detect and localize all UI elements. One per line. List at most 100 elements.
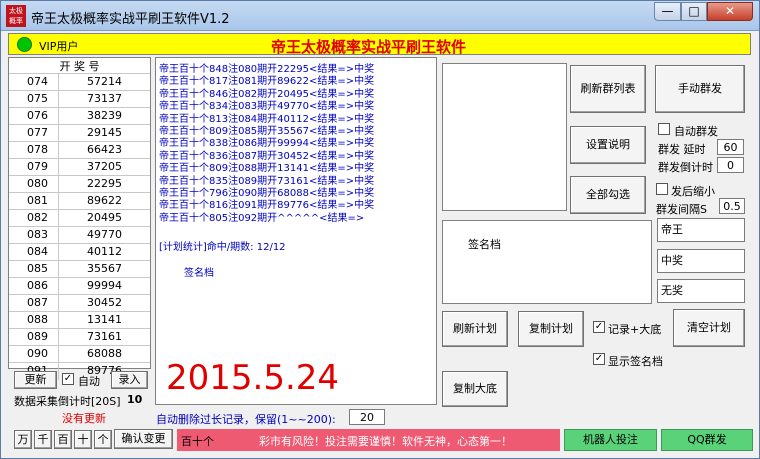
select-all-button[interactable]: 全部勾选: [570, 176, 646, 214]
app-logo-icon: 太极概率: [6, 5, 26, 27]
enter-button[interactable]: 录入: [111, 371, 148, 389]
robot-bet-button[interactable]: 机器人投注: [564, 429, 657, 451]
table-row: 077 29145: [9, 124, 150, 142]
table-row: 084 40112: [9, 243, 150, 261]
digit-wan-button[interactable]: 万: [14, 430, 32, 449]
table-row: 083 49770: [9, 226, 150, 244]
show-sign-checkbox[interactable]: ✓: [593, 353, 605, 365]
record-base-checkbox[interactable]: ✓: [593, 321, 605, 333]
status-strip: 百十个 彩市有风险！投注需要谨慎！软件无神，心态第一！: [177, 429, 560, 451]
digit-ge-button[interactable]: 个: [94, 430, 112, 449]
issue-number: 078: [9, 142, 59, 159]
draw-number: 35567: [87, 262, 122, 275]
no-update-text: 没有更新: [62, 412, 106, 425]
table-row: 076 38239: [9, 107, 150, 125]
auto-send-checkbox[interactable]: [658, 123, 670, 135]
interval-label: 群发间隔S: [656, 203, 707, 216]
issue-number: 081: [9, 193, 59, 210]
auto-delete-input[interactable]: 20: [349, 409, 385, 425]
draw-number: 73137: [87, 92, 122, 105]
send-delay-input[interactable]: 60: [717, 139, 744, 155]
table-row: 082 20495: [9, 209, 150, 227]
issue-number: 074: [9, 74, 59, 91]
minimize-label: 发后缩小: [671, 185, 715, 198]
issue-number: 075: [9, 91, 59, 108]
issue-number: 090: [9, 346, 59, 363]
table-row: 081 89622: [9, 192, 150, 210]
send-countdown-label: 群发倒计时: [658, 161, 713, 174]
table-row: 089 73161: [9, 328, 150, 346]
table-row: 090 68088: [9, 345, 150, 363]
draw-number: 37205: [87, 160, 122, 173]
issue-number: 076: [9, 108, 59, 125]
table-row: 087 30452: [9, 294, 150, 312]
clear-plan-button[interactable]: 清空计划: [673, 309, 745, 347]
draw-number: 38239: [87, 109, 122, 122]
countdown-value: 10: [127, 393, 143, 406]
window-title: 帝王太极概率实战平刷王软件V1.2: [31, 12, 230, 27]
issue-number: 083: [9, 227, 59, 244]
sign-field-2[interactable]: 中奖: [657, 249, 745, 273]
copy-base-button[interactable]: 复制大底: [442, 371, 508, 407]
refresh-plan-button[interactable]: 刷新计划: [442, 311, 508, 347]
current-position-label: 百十个: [181, 435, 214, 448]
minimize-button[interactable]: —: [654, 2, 681, 21]
app-window: 太极概率 帝王太极概率实战平刷王软件V1.2 — □ ✕ VIP用户 帝王太极概…: [0, 0, 760, 459]
table-row: 088 13141: [9, 311, 150, 329]
qq-send-button[interactable]: QQ群发: [661, 429, 753, 451]
sign-text: 签名档: [184, 268, 214, 279]
sign-box[interactable]: 签名档: [442, 220, 652, 304]
countdown-label: 数据采集倒计时[20S]: [14, 395, 121, 408]
issue-number: 082: [9, 210, 59, 227]
draw-number: 89622: [87, 194, 122, 207]
draw-number: 20495: [87, 211, 122, 224]
issue-number: 080: [9, 176, 59, 193]
auto-send-label: 自动群发: [674, 125, 718, 138]
issue-number: 089: [9, 329, 59, 346]
status-dot-icon: [17, 37, 32, 52]
show-sign-label: 显示签名档: [608, 355, 663, 368]
table-row: 075 73137: [9, 90, 150, 108]
issue-number: 087: [9, 295, 59, 312]
draw-number: 13141: [87, 313, 122, 326]
issue-number: 077: [9, 125, 59, 142]
confirm-change-button[interactable]: 确认变更: [114, 429, 173, 449]
draw-results-table: 开 奖 号 074 57214 075 73137 076 38239 077 29145 07…: [8, 57, 151, 380]
table-row: 080 22295: [9, 175, 150, 193]
digit-bai-button[interactable]: 百: [54, 430, 72, 449]
title-bar[interactable]: 太极概率 帝王太极概率实战平刷王软件V1.2 — □ ✕: [1, 1, 759, 31]
auto-checkbox[interactable]: ✓: [62, 373, 74, 385]
table-row: 085 35567: [9, 260, 150, 278]
log-line: 帝王百十个805注092期开^^^^^<结果=>: [159, 212, 365, 224]
draw-number: 49770: [87, 228, 122, 241]
send-countdown-input[interactable]: 0: [717, 157, 744, 173]
sign-field-3[interactable]: 无奖: [657, 279, 745, 303]
issue-number: 086: [9, 278, 59, 295]
setting-help-button[interactable]: 设置说明: [570, 126, 646, 164]
draw-number: 73161: [87, 330, 122, 343]
copy-plan-button[interactable]: 复制计划: [518, 311, 584, 347]
minimize-checkbox[interactable]: [656, 183, 668, 195]
table-header: 开 奖 号: [59, 60, 100, 73]
send-delay-label: 群发 延时: [658, 143, 706, 156]
digit-shi-button[interactable]: 十: [74, 430, 92, 449]
maximize-button[interactable]: □: [681, 2, 707, 21]
digit-qian-button[interactable]: 千: [34, 430, 52, 449]
draw-number: 68088: [87, 347, 122, 360]
sign-field-1[interactable]: 帝王: [657, 218, 745, 242]
plan-log: 帝王百十个848注080期开22295<结果=>中奖 帝王百十个817注081期开…: [155, 57, 437, 405]
table-row: 079 37205: [9, 158, 150, 176]
update-button[interactable]: 更新: [14, 371, 57, 389]
table-row: 074 57214: [9, 73, 150, 91]
close-button[interactable]: ✕: [707, 2, 753, 21]
draw-number: 66423: [87, 143, 122, 156]
banner-title: 帝王太极概率实战平刷王软件: [271, 38, 467, 56]
date-stamp: 2015.5.24: [166, 358, 340, 398]
draw-number: 57214: [87, 75, 122, 88]
refresh-group-button[interactable]: 刷新群列表: [570, 65, 646, 113]
issue-number: 084: [9, 244, 59, 261]
group-list-box[interactable]: [442, 63, 567, 211]
interval-input[interactable]: 0.5: [719, 198, 745, 214]
draw-number: 40112: [87, 245, 122, 258]
manual-send-button[interactable]: 手动群发: [655, 65, 745, 113]
